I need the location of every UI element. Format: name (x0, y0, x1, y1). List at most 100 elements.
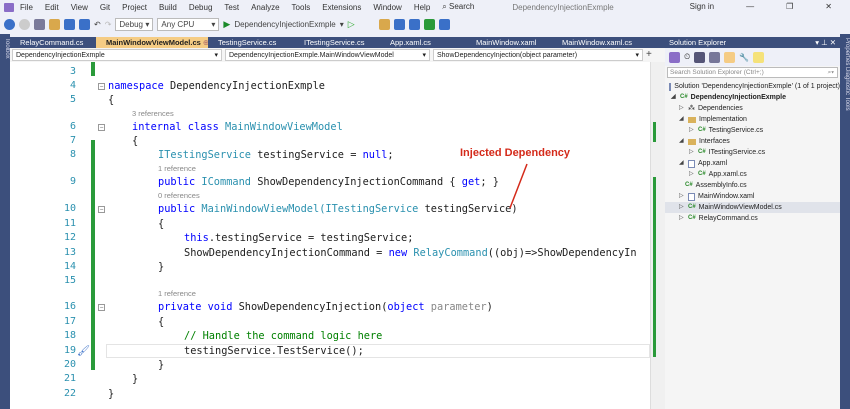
tree-item-testingservice[interactable]: ▷ C# TestingService.cs (665, 125, 840, 136)
minimize-button[interactable]: — (746, 2, 754, 11)
solution-explorer-title: Solution Explorer (669, 38, 727, 47)
tree-item-itestingservice[interactable]: ▷ C# ITestingService.cs (665, 147, 840, 158)
back-icon[interactable] (4, 18, 15, 30)
codelens-references[interactable]: 3 references (132, 108, 174, 120)
undo-icon[interactable]: ↶ (94, 20, 101, 29)
code-line: { (132, 135, 139, 147)
tree-item-mainwindowviewmodel[interactable]: ▷ C# MainWindowViewModel.cs (665, 202, 840, 213)
folder-icon (688, 116, 696, 123)
menu-analyze[interactable]: Analyze (251, 3, 279, 12)
code-editor[interactable]: 3 4− namespace DependencyInjectionExmple … (10, 62, 650, 409)
search-button[interactable]: ⌕ Search (442, 2, 486, 12)
history-icon[interactable]: ⏲ (684, 52, 690, 62)
csharp-file-icon: C# (688, 215, 696, 221)
tab-testingservice[interactable]: TestingService.cs (208, 37, 294, 48)
maximize-button[interactable]: ❐ (786, 2, 793, 11)
solution-icon (669, 82, 672, 91)
csharp-file-icon: C# (698, 127, 706, 133)
class-value: DependencyInjectionExmple.MainWindowView… (229, 51, 394, 59)
xaml-file-icon (688, 159, 695, 168)
tree-label: DependencyInjectionExmple (690, 94, 786, 101)
properties-wrench-icon[interactable]: 🔧 (739, 53, 749, 62)
collapse-icon[interactable]: − (98, 206, 105, 213)
collapse-icon[interactable]: − (98, 304, 105, 311)
collapse-all-icon[interactable] (694, 51, 706, 63)
run-target-button[interactable]: DependencyInjectionExmple (234, 20, 335, 29)
tree-item-dependencies[interactable]: ▷ ⁂ Dependencies (665, 103, 840, 114)
menu-file[interactable]: File (20, 3, 33, 12)
editor-scrollbar[interactable] (650, 62, 665, 409)
tab-mainwindow-xaml-cs[interactable]: MainWindow.xaml.cs (552, 37, 638, 48)
collapse-icon[interactable]: − (98, 83, 105, 90)
menu-build[interactable]: Build (159, 3, 177, 12)
codelens-references[interactable]: 1 reference (158, 163, 196, 175)
tree-item-solution[interactable]: Solution 'DependencyInjectionExmple' (1 … (665, 81, 840, 92)
bookmark-icon[interactable] (423, 18, 435, 30)
platform-select[interactable]: Any CPU ▾ (157, 17, 220, 31)
tree-item-app-xaml[interactable]: ◢ App.xaml (665, 158, 840, 169)
collapse-icon[interactable]: − (98, 124, 105, 131)
window-icon[interactable] (393, 18, 405, 30)
tree-label: ITestingService.cs (708, 149, 766, 156)
preview-icon[interactable] (753, 51, 765, 63)
project-dropdown[interactable]: DependencyInjectionExmple ▾ (12, 49, 222, 61)
tree-item-interfaces[interactable]: ◢ Interfaces (665, 136, 840, 147)
folder-icon[interactable] (378, 18, 390, 30)
sync-icon[interactable] (724, 51, 736, 63)
tree-label: RelayCommand.cs (698, 215, 758, 222)
add-split-icon[interactable]: + (646, 49, 652, 61)
menu-window[interactable]: Window (373, 3, 401, 12)
tab-relaycommand[interactable]: RelayCommand.cs (10, 37, 96, 48)
configuration-select[interactable]: Debug ▾ (115, 17, 154, 31)
tree-item-assemblyinfo[interactable]: C# AssemblyInfo.cs (665, 180, 840, 191)
menu-extensions[interactable]: Extensions (322, 3, 361, 12)
line-number: 4 (69, 80, 76, 91)
start-without-debug-icon[interactable]: ▷ (348, 19, 355, 30)
tree-item-project[interactable]: ◢ C# DependencyInjectionExmple (665, 92, 840, 103)
new-project-icon[interactable] (34, 18, 45, 30)
line-number: 18 (63, 330, 76, 341)
tab-app-xaml-cs[interactable]: App.xaml.cs (380, 37, 466, 48)
code-line: testingService.TestService(); (184, 345, 364, 357)
line-number: 22 (63, 388, 76, 399)
tree-item-relaycommand[interactable]: ▷ C# RelayCommand.cs (665, 213, 840, 224)
start-icon[interactable]: ▶ (223, 19, 230, 30)
toolbox-strip[interactable]: Toolbox (0, 34, 10, 409)
menu-tools[interactable]: Tools (292, 3, 311, 12)
switch-views-icon[interactable] (669, 51, 680, 63)
save-icon[interactable] (64, 18, 75, 30)
bookmark-next-icon[interactable] (438, 18, 450, 30)
codelens-references[interactable]: 0 references (158, 190, 200, 202)
line-number: 17 (63, 316, 76, 327)
quick-action-icon[interactable]: 🖌 (77, 344, 90, 358)
step-icon[interactable] (408, 18, 420, 30)
menu-project[interactable]: Project (122, 3, 147, 12)
menu-git[interactable]: Git (100, 3, 110, 12)
properties-strip[interactable]: Properties Diagnostic Tools (840, 34, 850, 409)
tree-item-app-xaml-cs[interactable]: ▷ C# App.xaml.cs (665, 169, 840, 180)
tab-mainwindowviewmodel[interactable]: MainWindowViewModel.cs ⊕ ✕ (96, 37, 208, 48)
solution-search-input[interactable]: Search Solution Explorer (Ctrl+;) ⌕▾ (667, 67, 838, 78)
menu-edit[interactable]: Edit (45, 3, 59, 12)
sign-in-link[interactable]: Sign in (690, 2, 714, 11)
save-all-icon[interactable] (79, 18, 90, 30)
menu-view[interactable]: View (71, 3, 88, 12)
tab-mainwindow-xaml[interactable]: MainWindow.xaml (466, 37, 552, 48)
member-dropdown[interactable]: ShowDependencyInjection(object parameter… (433, 49, 643, 61)
open-icon[interactable] (49, 18, 60, 30)
menu-debug[interactable]: Debug (189, 3, 213, 12)
panel-controls[interactable]: ▾ ⊥ ✕ (815, 37, 836, 48)
class-dropdown[interactable]: DependencyInjectionExmple.MainWindowView… (225, 49, 430, 61)
tab-itestingservice[interactable]: ITestingService.cs (294, 37, 380, 48)
redo-icon[interactable]: ↷ (105, 20, 112, 29)
codelens-references[interactable]: 1 reference (158, 288, 196, 300)
tree-item-mainwindow-xaml[interactable]: ▷ MainWindow.xaml (665, 191, 840, 202)
menu-test[interactable]: Test (224, 3, 239, 12)
code-line: public ICommand ShowDependencyInjectionC… (158, 176, 499, 188)
forward-icon[interactable] (19, 18, 30, 30)
csharp-file-icon: C# (698, 171, 706, 177)
menu-help[interactable]: Help (414, 3, 430, 12)
tree-item-implementation[interactable]: ◢ Implementation (665, 114, 840, 125)
close-button[interactable]: ✕ (825, 2, 832, 11)
show-all-icon[interactable] (709, 51, 721, 63)
